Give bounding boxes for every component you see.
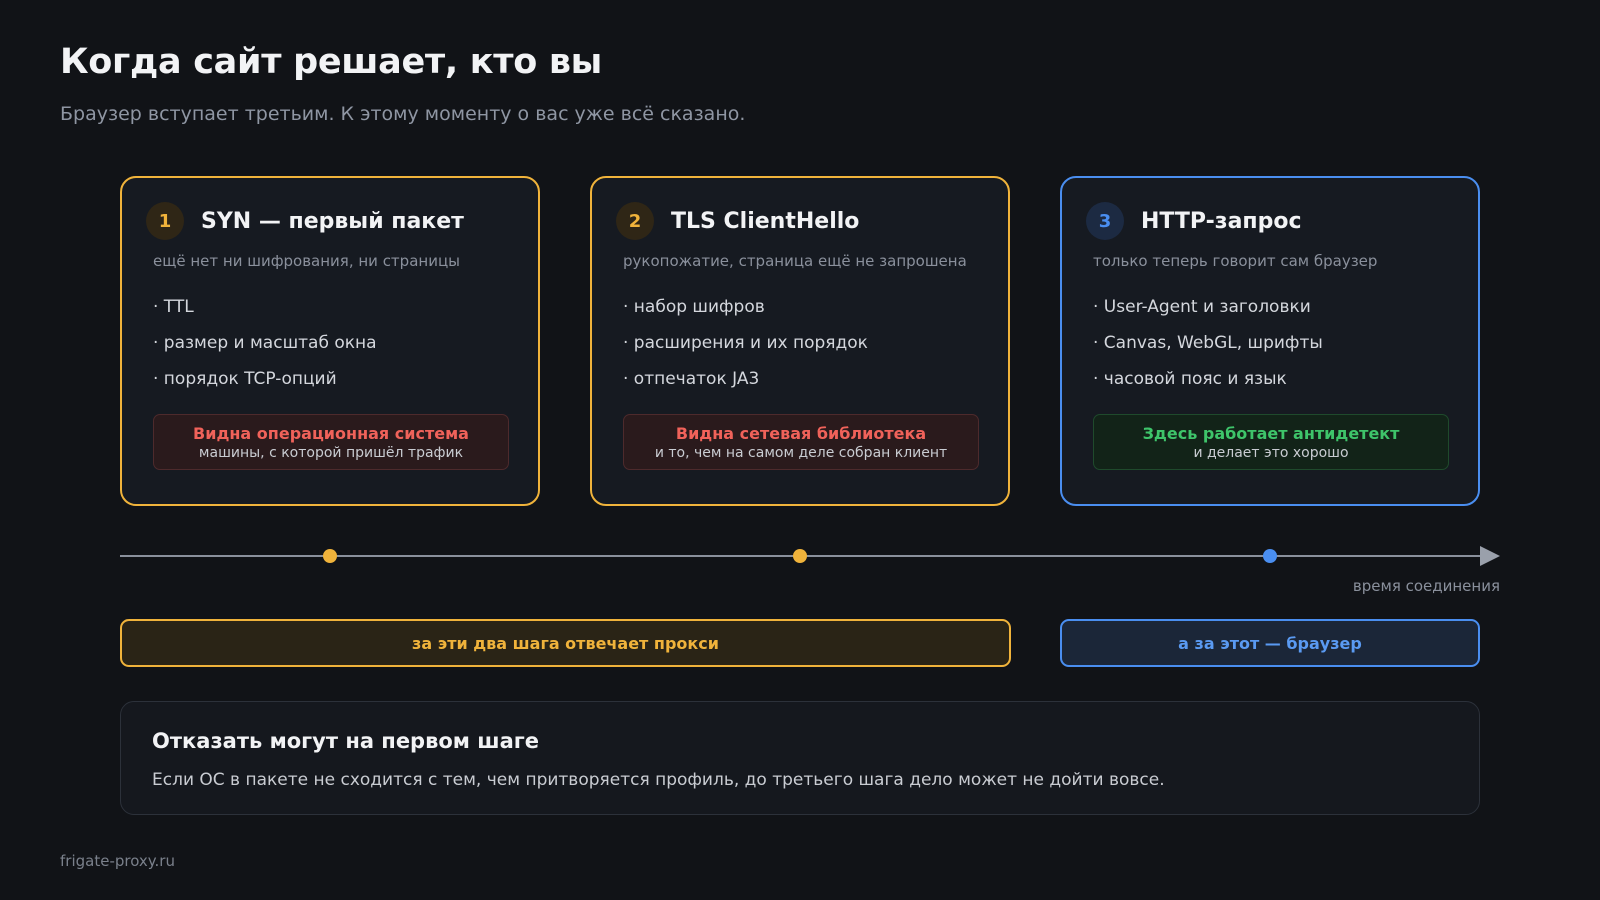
note-title: Отказать могут на первом шаге xyxy=(152,729,539,753)
proxy-responsibility-bar: за эти два шага отвечает прокси xyxy=(120,619,1011,667)
browser-responsibility-bar: а за этот — браузер xyxy=(1060,619,1480,667)
footer-site-url: frigate-proxy.ru xyxy=(60,852,175,870)
timeline-arrow-head xyxy=(1480,546,1500,566)
slide: Когда сайт решает, кто вы Браузер вступа… xyxy=(0,0,1600,900)
note-text: Если ОС в пакете не сходится с тем, чем … xyxy=(152,770,1165,790)
timeline-axis-label: время соединения xyxy=(1352,577,1500,595)
timeline-marker-step-2 xyxy=(793,549,807,563)
timeline-marker-step-1 xyxy=(323,549,337,563)
warning-note: Отказать могут на первом шаге Если ОС в … xyxy=(120,701,1480,815)
timeline-marker-step-3 xyxy=(1263,549,1277,563)
